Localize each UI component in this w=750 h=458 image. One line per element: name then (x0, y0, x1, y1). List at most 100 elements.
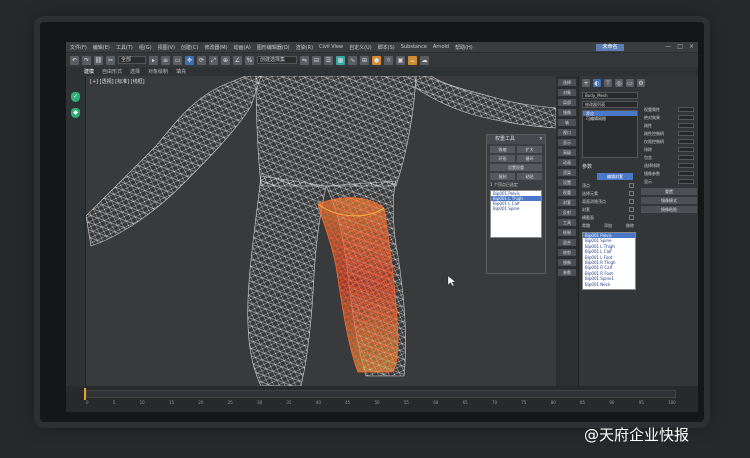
modifier-list-dropdown[interactable]: 修改器列表 (582, 101, 638, 108)
menu-item[interactable]: 自定义(U) (349, 44, 372, 51)
render-icon[interactable]: ☕ (408, 55, 417, 65)
side-button[interactable]: 显示 (558, 139, 576, 146)
side-button[interactable]: 镜像 (558, 259, 576, 266)
render-frame-icon[interactable]: ▣ (396, 55, 405, 65)
weight-param-spinner[interactable] (678, 115, 694, 120)
viewport-label[interactable]: [+] [透视] [标准] [线框] (90, 78, 145, 85)
tab-modeling[interactable]: 建模 (84, 68, 94, 75)
create-tab-icon[interactable]: + (582, 79, 590, 87)
copy-button[interactable]: 复制 (490, 173, 515, 180)
weight-param-spinner[interactable] (678, 155, 694, 160)
playhead[interactable] (84, 388, 86, 400)
tab-object-paint[interactable]: 对象绘制 (148, 68, 168, 75)
modify-tab-icon[interactable]: ◐ (593, 79, 601, 87)
maximize-icon[interactable]: □ (677, 43, 683, 50)
select-by-name-icon[interactable]: ≡ (161, 55, 170, 65)
bone-list-item[interactable]: Bip001 Neck (583, 282, 635, 287)
named-selection-dropdown[interactable]: 创建选择集 (257, 56, 297, 64)
weight-param-spinner[interactable] (678, 139, 694, 144)
side-button[interactable]: 反射 (558, 209, 576, 216)
modifier-stack[interactable]: 蒙皮 可编辑网格 (582, 110, 638, 158)
param-checkbox[interactable] (629, 215, 634, 220)
rect-select-icon[interactable]: ▭ (173, 55, 182, 65)
shrink-button[interactable]: 收缩 (490, 146, 515, 153)
weight-param-spinner[interactable] (678, 147, 694, 152)
minimize-icon[interactable]: — (665, 43, 671, 50)
weight-param-spinner[interactable] (678, 179, 694, 184)
side-button[interactable]: 封套 (558, 199, 576, 206)
weight-param-spinner[interactable] (678, 123, 694, 128)
side-button[interactable]: 权重 (558, 189, 576, 196)
close-icon[interactable]: × (689, 43, 694, 50)
select-object-icon[interactable]: ▸ (149, 55, 158, 65)
param-checkbox[interactable] (629, 199, 634, 204)
side-button[interactable]: 局部 (558, 99, 576, 106)
weight-param-spinner[interactable] (678, 171, 694, 176)
side-button[interactable]: 混合 (558, 239, 576, 246)
modifier-stack-item[interactable]: 可编辑网格 (583, 116, 637, 121)
curve-editor-icon[interactable]: ∿ (348, 55, 357, 65)
percent-snap-icon[interactable]: % (245, 55, 254, 65)
add-bone-button[interactable]: 添加 (604, 223, 612, 229)
schematic-icon[interactable]: ⊞ (360, 55, 369, 65)
scale-icon[interactable]: ⤢ (209, 55, 218, 65)
menu-item[interactable]: 工具(T) (116, 44, 133, 51)
grow-button[interactable]: 扩大 (517, 146, 542, 153)
menu-item[interactable]: 视图(V) (158, 44, 175, 51)
param-checkbox[interactable] (629, 207, 634, 212)
undo-icon[interactable]: ↶ (70, 55, 79, 65)
list-item[interactable]: Bip001 Spine (491, 206, 541, 211)
mirror-icon[interactable]: ⇋ (300, 55, 309, 65)
close-icon[interactable]: × (539, 135, 543, 144)
side-button[interactable]: 参数 (558, 269, 576, 276)
menu-item[interactable]: Substance (401, 44, 427, 50)
side-button[interactable]: 修剪 (558, 249, 576, 256)
menu-item[interactable]: 修改器(M) (204, 44, 227, 51)
side-button[interactable]: 工具 (558, 219, 576, 226)
weight-param-spinner[interactable] (678, 107, 694, 112)
menu-item[interactable]: 组(G) (139, 44, 152, 51)
align-icon[interactable]: ⊟ (312, 55, 321, 65)
unlink-icon[interactable]: ✂ (106, 55, 115, 65)
angle-snap-icon[interactable]: ∠ (233, 55, 242, 65)
menu-item[interactable]: Arnold (433, 44, 449, 50)
menu-item[interactable]: Civil View (319, 44, 343, 50)
menu-item[interactable]: 图形编辑器(D) (257, 44, 290, 51)
menu-item[interactable]: 帮助(H) (455, 44, 473, 51)
utilities-tab-icon[interactable]: ⚙ (637, 79, 645, 87)
set-weight-button[interactable]: 设置权重 (490, 164, 542, 171)
motion-tab-icon[interactable]: ◎ (615, 79, 623, 87)
side-button[interactable]: 镜像 (558, 109, 576, 116)
reset-button[interactable]: 重置 (641, 188, 697, 195)
shield-icon[interactable]: ◆ (71, 108, 80, 118)
weight-param-spinner[interactable] (678, 163, 694, 168)
ring-button[interactable]: 环形 (490, 155, 515, 162)
param-checkbox[interactable] (629, 183, 634, 188)
mirror-mode-button[interactable]: 镜像模式 (641, 197, 697, 204)
side-button[interactable]: 选择 (558, 79, 576, 86)
side-button[interactable]: 对象 (558, 89, 576, 96)
side-button[interactable]: 轴 (558, 119, 576, 126)
viewport-perspective[interactable]: [+] [透视] [标准] [线框] 权重工具 × 收缩 扩大 环形 循环 设置… (86, 76, 556, 386)
redo-icon[interactable]: ↷ (82, 55, 91, 65)
rotate-icon[interactable]: ⟳ (197, 55, 206, 65)
tab-freeform[interactable]: 自由形式 (102, 68, 122, 75)
weight-param-spinner[interactable] (678, 131, 694, 136)
loop-button[interactable]: 循环 (517, 155, 542, 162)
render-cloud-icon[interactable]: ☁ (420, 55, 429, 65)
menu-item[interactable]: 创建(C) (181, 44, 198, 51)
selection-filter-dropdown[interactable]: 全部 (118, 56, 146, 64)
tab-populate[interactable]: 填充 (176, 68, 186, 75)
side-button[interactable]: 绘制 (558, 229, 576, 236)
material-editor-icon[interactable]: ● (372, 55, 381, 65)
hierarchy-tab-icon[interactable]: ⊤ (604, 79, 612, 87)
menu-item[interactable]: 渲染(R) (296, 44, 313, 51)
paste-button[interactable]: 粘贴 (517, 173, 542, 180)
remove-bone-button[interactable]: 移除 (626, 223, 634, 229)
move-icon[interactable]: ✥ (185, 55, 194, 65)
mirror-paste-button[interactable]: 镜像粘贴 (641, 206, 697, 213)
tab-selection[interactable]: 选择 (130, 68, 140, 75)
menu-item[interactable]: 编辑(E) (93, 44, 110, 51)
object-name-field[interactable]: Body_Mesh (582, 92, 638, 99)
layer-icon[interactable]: ☰ (324, 55, 333, 65)
